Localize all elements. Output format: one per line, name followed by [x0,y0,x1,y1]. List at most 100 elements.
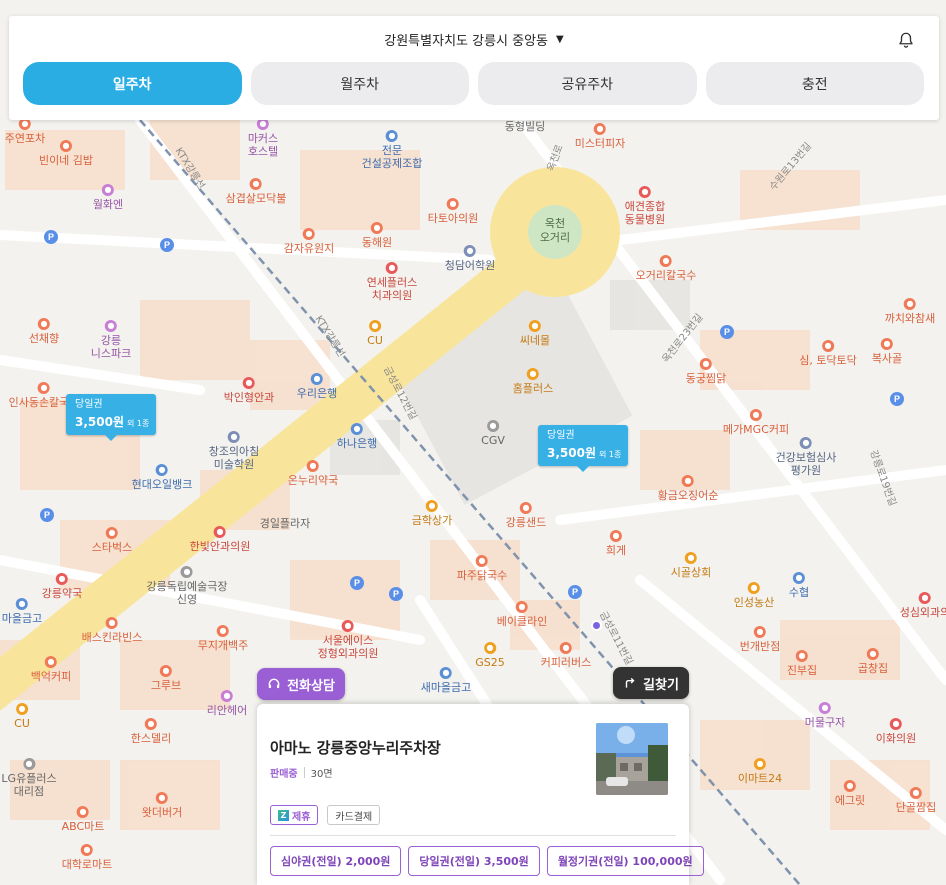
parking-icon[interactable]: P [350,576,364,590]
ticket-night[interactable]: 심야권(전일) 2,000원 [270,846,402,876]
poi[interactable]: ● 강릉 니스파크 [91,320,131,360]
poi[interactable]: ● 왓더버거 [142,792,182,819]
poi[interactable]: ● 이마트24 [738,758,782,785]
poi[interactable]: ● 현대오일뱅크 [132,464,192,491]
parking-icon[interactable]: P [44,230,58,244]
poi[interactable]: ● 새마을금고 [421,667,471,694]
tag-card-payment: 카드결제 [327,805,381,825]
poi[interactable]: ● 황금오징어순 [658,475,718,502]
poi[interactable]: ● 전문 건설공제조합 [362,130,422,170]
poi[interactable]: ● 창조의아침 미술학원 [209,431,259,471]
poi[interactable]: ● ABC마트 [62,806,104,833]
poi[interactable]: ● 서울에이스 정형외과의원 [318,620,378,660]
poi[interactable]: ● 이화의원 [876,718,916,745]
poi[interactable]: ● 선채향 [29,318,59,345]
phone-consult-label: 전화상담 [287,678,335,694]
tab-shared[interactable]: 공유주차 [478,62,697,105]
poi[interactable]: ● 메가MGC커피 [723,409,789,436]
poi[interactable]: ● 동해원 [362,222,392,249]
poi[interactable]: ● 스타벅스 [92,527,132,554]
poi[interactable]: ● 박인형안과 [224,377,274,404]
price-marker[interactable]: 당일권 3,500원 외 1종 [66,394,157,441]
tab-daily[interactable]: 일주차 [23,62,242,105]
phone-consult-button[interactable]: 전화상담 [257,668,345,700]
poi[interactable]: ● 희게 [606,530,626,557]
poi[interactable]: ● 커피러버스 [541,642,591,669]
parking-icon[interactable]: P [40,508,54,522]
poi[interactable]: ● 파주닭국수 [457,555,507,582]
bell-icon[interactable] [897,31,915,49]
poi[interactable]: ● 금학상가 [412,500,452,527]
poi[interactable]: ● CU [14,703,30,730]
poi[interactable]: ● 타토아의원 [428,198,478,225]
poi[interactable]: ● 강릉샌드 [506,502,546,529]
poi[interactable]: ● 수협 [789,572,809,599]
poi[interactable]: ● 까치와참새 [885,298,935,325]
poi[interactable]: ● 월화엔 [93,184,123,211]
poi[interactable]: ● 감자유원지 [284,228,334,255]
parking-lot-photo[interactable] [596,723,668,795]
poi[interactable]: ● 한스델리 [131,718,171,745]
poi[interactable]: ● 시골상회 [671,552,711,579]
price-marker[interactable]: 당일권 3,500원 외 1종 [538,425,629,472]
poi[interactable]: ● 리안헤어 [207,690,247,717]
poi[interactable]: ● 빈이네 김밥 [39,140,93,167]
poi[interactable]: ● 단골짬집 [896,787,936,814]
poi[interactable]: ● 그루브 [151,665,181,692]
poi[interactable]: ● 번개반점 [740,626,780,653]
parking-icon[interactable]: P [389,587,403,601]
poi[interactable]: ● 강릉약국 [42,573,82,600]
turn-right-arrow-icon [625,677,635,688]
poi[interactable]: ● 미스터피자 [575,123,625,150]
poi[interactable]: ● 홈플러스 [513,368,553,395]
poi[interactable]: ● 씨네몰 [520,320,550,347]
poi[interactable]: ● 배스킨라빈스 [82,617,142,644]
ticket-monthly[interactable]: 월정기권(전일) 100,000원 [546,846,704,876]
directions-button[interactable]: 길찾기 [613,667,689,699]
parking-icon[interactable]: P [568,585,582,599]
parking-icon[interactable]: P [720,325,734,339]
poi[interactable]: ● 연세플러스 치과의원 [367,262,417,302]
plaza-label: 옥천 오거리 [528,205,582,259]
poi[interactable]: ● 마을금고 [2,598,42,625]
poi[interactable]: ● 진부집 [787,650,817,677]
poi[interactable]: ● 심, 토닥토닥 [799,340,857,367]
poi[interactable]: ● 오거리칼국수 [636,255,696,282]
tab-charging[interactable]: 충전 [705,62,924,105]
poi[interactable]: ● 에그릿 [835,780,865,807]
poi[interactable]: ● 백억커피 [31,656,71,683]
tab-monthly[interactable]: 월주차 [250,62,469,105]
poi[interactable]: ● 삼겹살모닥불 [226,178,286,205]
poi[interactable]: ● 머물구자 [805,702,845,729]
ticket-list: 심야권(전일) 2,000원 당일권(전일) 3,500원 월정기권(전일) 1… [270,846,704,876]
poi[interactable]: ● 인성농산 [734,582,774,609]
poi[interactable]: ● 온누리약국 [288,460,338,487]
poi[interactable]: ● 애견종합 동물병원 [625,186,665,226]
poi[interactable]: ● 강릉독립예술극장 신영 [147,566,227,606]
poi[interactable]: ● 대학로마트 [62,844,112,871]
poi[interactable]: ● 청담어학원 [445,245,495,272]
parking-icon[interactable]: P [160,238,174,252]
feature-tags: Z 제휴 카드결제 [270,805,381,825]
poi[interactable]: ● 동궁찜닭 [686,358,726,385]
poi[interactable]: ● 우리은행 [297,373,337,400]
parking-icon[interactable]: P [890,392,904,406]
poi[interactable]: ● CGV [481,420,505,447]
headset-icon [268,678,280,689]
location-selector[interactable]: 강원특별자치도 강릉시 중앙동 ▼ [9,16,939,62]
poi[interactable]: ● 마커스 호스텔 [248,118,278,158]
poi[interactable]: ● 베이클라인 [497,601,547,628]
location-text: 강원특별자치도 강릉시 중앙동 [384,33,549,49]
poi[interactable]: ● 성심외과의 [900,592,946,619]
poi[interactable]: ● 건강보험심사 평가원 [776,437,836,477]
poi[interactable]: ● LG유플러스 대리점 [1,758,57,798]
poi[interactable]: ● 한빛안과의원 [190,526,250,553]
poi[interactable]: ● 곱창집 [858,648,888,675]
poi[interactable]: ● 복사골 [872,338,902,365]
poi[interactable]: ● 하나은행 [337,423,377,450]
poi[interactable]: ● 무지개백주 [198,625,248,652]
poi[interactable]: ● CU [367,320,383,347]
parking-lot-card[interactable]: 아마노 강릉중앙누리주차장 판매중 30면 Z 제휴 카드결제 심야권(전일) … [257,704,704,885]
ticket-daily[interactable]: 당일권(전일) 3,500원 [408,846,540,876]
poi[interactable]: ● GS25 [475,642,505,669]
